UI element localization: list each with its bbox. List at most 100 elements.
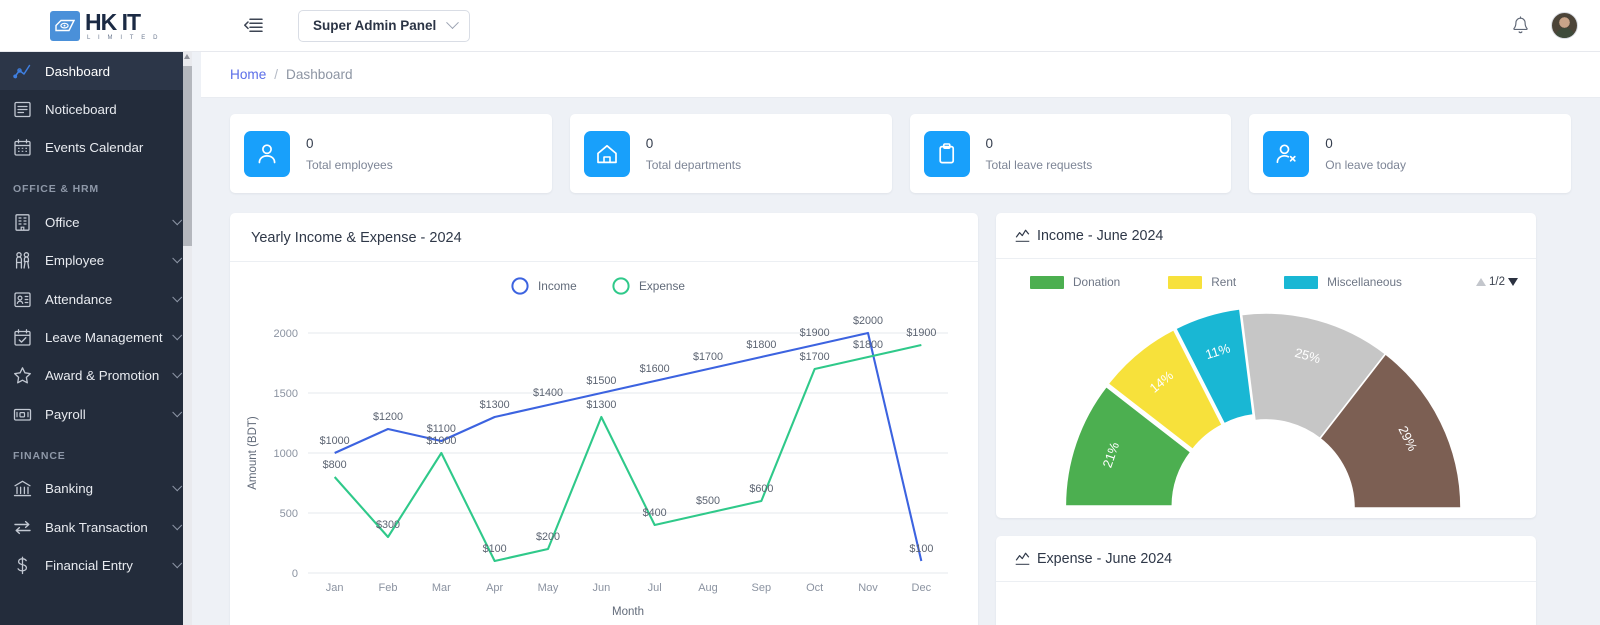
data-point-label: $1300 (586, 399, 616, 411)
triangle-up-icon[interactable] (1476, 278, 1486, 286)
chart-line-icon (1015, 229, 1030, 242)
data-point-label: $2000 (853, 315, 883, 327)
legend-swatch (1168, 275, 1203, 289)
sidebar-item-dashboard[interactable]: Dashboard (0, 52, 192, 91)
panel-selector[interactable]: Super Admin Panel (298, 9, 471, 42)
y-tick-label: 2000 (274, 328, 298, 340)
sidebar-item-award-promotion[interactable]: Award & Promotion (0, 357, 192, 395)
chevron-down-icon[interactable] (172, 520, 183, 530)
sidebar-item-label: Attendance (45, 291, 113, 307)
legend-item[interactable]: Donation (1030, 275, 1120, 289)
sidebar-item-payroll[interactable]: Payroll (0, 395, 192, 433)
legend-label: Expense (639, 279, 685, 293)
star-icon (13, 366, 32, 385)
stat-caption: On leave today (1325, 157, 1406, 172)
data-point-label: $1300 (480, 399, 510, 411)
data-point-label: $1800 (746, 339, 776, 351)
stat-value: 0 (645, 136, 654, 152)
chevron-down-icon[interactable] (172, 558, 183, 569)
brand-logo[interactable]: HK IT L I M I T E D (0, 0, 192, 52)
scroll-up-arrow-icon[interactable] (184, 54, 190, 59)
stat-card[interactable]: 0 Total departments (569, 114, 892, 193)
breadcrumb-current: Dashboard (286, 67, 353, 82)
sidebar-collapse-icon[interactable] (240, 13, 266, 39)
bell-icon[interactable] (1512, 16, 1529, 35)
series-line-income[interactable] (334, 331, 923, 562)
building-icon (13, 213, 32, 232)
stat-caption: Total employees (306, 157, 393, 172)
sidebar-item-banking[interactable]: Banking (0, 470, 192, 508)
noticeboard-icon (13, 100, 32, 119)
avatar[interactable] (1551, 12, 1578, 39)
x-tick-label: Jun (592, 582, 610, 594)
chevron-down-icon (446, 16, 460, 30)
user-remove-icon (1263, 130, 1310, 177)
income-semi-donut-chart[interactable]: 21%14%11% 25%29% (996, 293, 1536, 518)
data-point-label: $1700 (693, 351, 723, 363)
legend-label: Miscellaneous (1327, 275, 1402, 289)
x-tick-label: Nov (858, 582, 878, 594)
chevron-down-icon[interactable] (172, 292, 183, 302)
y-tick-label: 1000 (274, 448, 298, 460)
data-point-label: $1200 (373, 411, 403, 423)
breadcrumb-home[interactable]: Home (230, 67, 266, 82)
money-bill-icon (13, 405, 32, 424)
sidebar-item-leave-management[interactable]: Leave Management (0, 318, 192, 356)
legend-swatch (1284, 275, 1319, 289)
chevron-down-icon[interactable] (172, 330, 183, 341)
stat-value: 0 (985, 136, 994, 152)
stat-value: 0 (1325, 136, 1333, 152)
chevron-down-icon[interactable] (172, 368, 183, 379)
sidebar-item-label: Office (45, 214, 80, 230)
x-tick-label: Apr (486, 582, 503, 594)
stat-card[interactable]: 0 On leave today (1249, 114, 1571, 193)
data-point-label: $1400 (533, 387, 563, 399)
sidebar-scrollbar[interactable] (183, 52, 192, 625)
sidebar-item-label: Leave Management (45, 330, 163, 346)
legend-label: Rent (1211, 275, 1237, 289)
income-card-header: Income - June 2024 (996, 213, 1536, 259)
legend-item[interactable]: Expense (612, 277, 685, 295)
sidebar-item-label: Events Calendar (45, 140, 144, 156)
line-chart[interactable]: Income Expense 0 500 1000 1500 2000 Jan Feb Mar Ap… (230, 261, 978, 625)
sidebar-item-events-calendar[interactable]: Events Calendar (0, 129, 192, 167)
income-june-card: Income - June 2024 Donation Rent Miscellan… (996, 213, 1536, 518)
sidebar-item-bank-transaction[interactable]: Bank Transaction (0, 508, 192, 546)
sidebar-item-label: Noticeboard (45, 102, 117, 118)
sidebar-item-noticeboard[interactable]: Noticeboard (0, 90, 192, 128)
sidebar-item-label: Banking (45, 481, 94, 497)
sidebar-item-attendance[interactable]: Attendance (0, 280, 192, 318)
legend-item[interactable]: Income (511, 277, 577, 295)
chevron-down-icon[interactable] (172, 407, 183, 418)
y-tick-label: 1500 (274, 388, 298, 400)
chevron-down-icon[interactable] (172, 215, 183, 226)
sidebar-item-financial-entry[interactable]: Financial Entry (0, 546, 192, 584)
y-axis-label: Amount (BDT) (247, 416, 259, 490)
data-point-label: $400 (643, 507, 667, 519)
home-icon (583, 130, 630, 177)
stat-card-row: 0 Total employees 0 Total departments 0 Total… (230, 114, 1571, 193)
pager-text: 1/2 (1489, 276, 1505, 288)
chevron-down-icon[interactable] (172, 481, 183, 492)
page-title: Yearly Income & Expense - 2024 (251, 230, 462, 246)
income-card-title: Income - June 2024 (1037, 227, 1164, 244)
expense-june-card: Expense - June 2024 (996, 536, 1536, 625)
sidebar-item-employee[interactable]: Employee (0, 242, 192, 280)
sidebar-scrollbar-thumb[interactable] (183, 66, 192, 246)
stat-card[interactable]: 0 Total employees (230, 114, 552, 193)
sidebar-item-office[interactable]: Office (0, 203, 192, 241)
legend-item[interactable]: Miscellaneous (1284, 275, 1402, 289)
sidebar-item-label: Dashboard (45, 63, 111, 79)
main-content: Home / Dashboard 0 Total employees 0 Total … (201, 52, 1600, 625)
sidebar-item-label: Award & Promotion (45, 368, 160, 384)
data-point-label: $1000 (426, 435, 456, 447)
legend-label: Donation (1073, 275, 1121, 289)
x-tick-label: Jan (326, 582, 344, 594)
sidebar-item-label: Payroll (45, 406, 86, 422)
chart-pager[interactable]: 1/2 (1476, 276, 1518, 288)
chevron-down-icon[interactable] (172, 253, 183, 264)
stat-card[interactable]: 0 Total leave requests (909, 114, 1232, 193)
y-tick-label: 500 (280, 508, 298, 520)
legend-item[interactable]: Rent (1168, 275, 1236, 289)
triangle-down-icon[interactable] (1508, 278, 1518, 286)
